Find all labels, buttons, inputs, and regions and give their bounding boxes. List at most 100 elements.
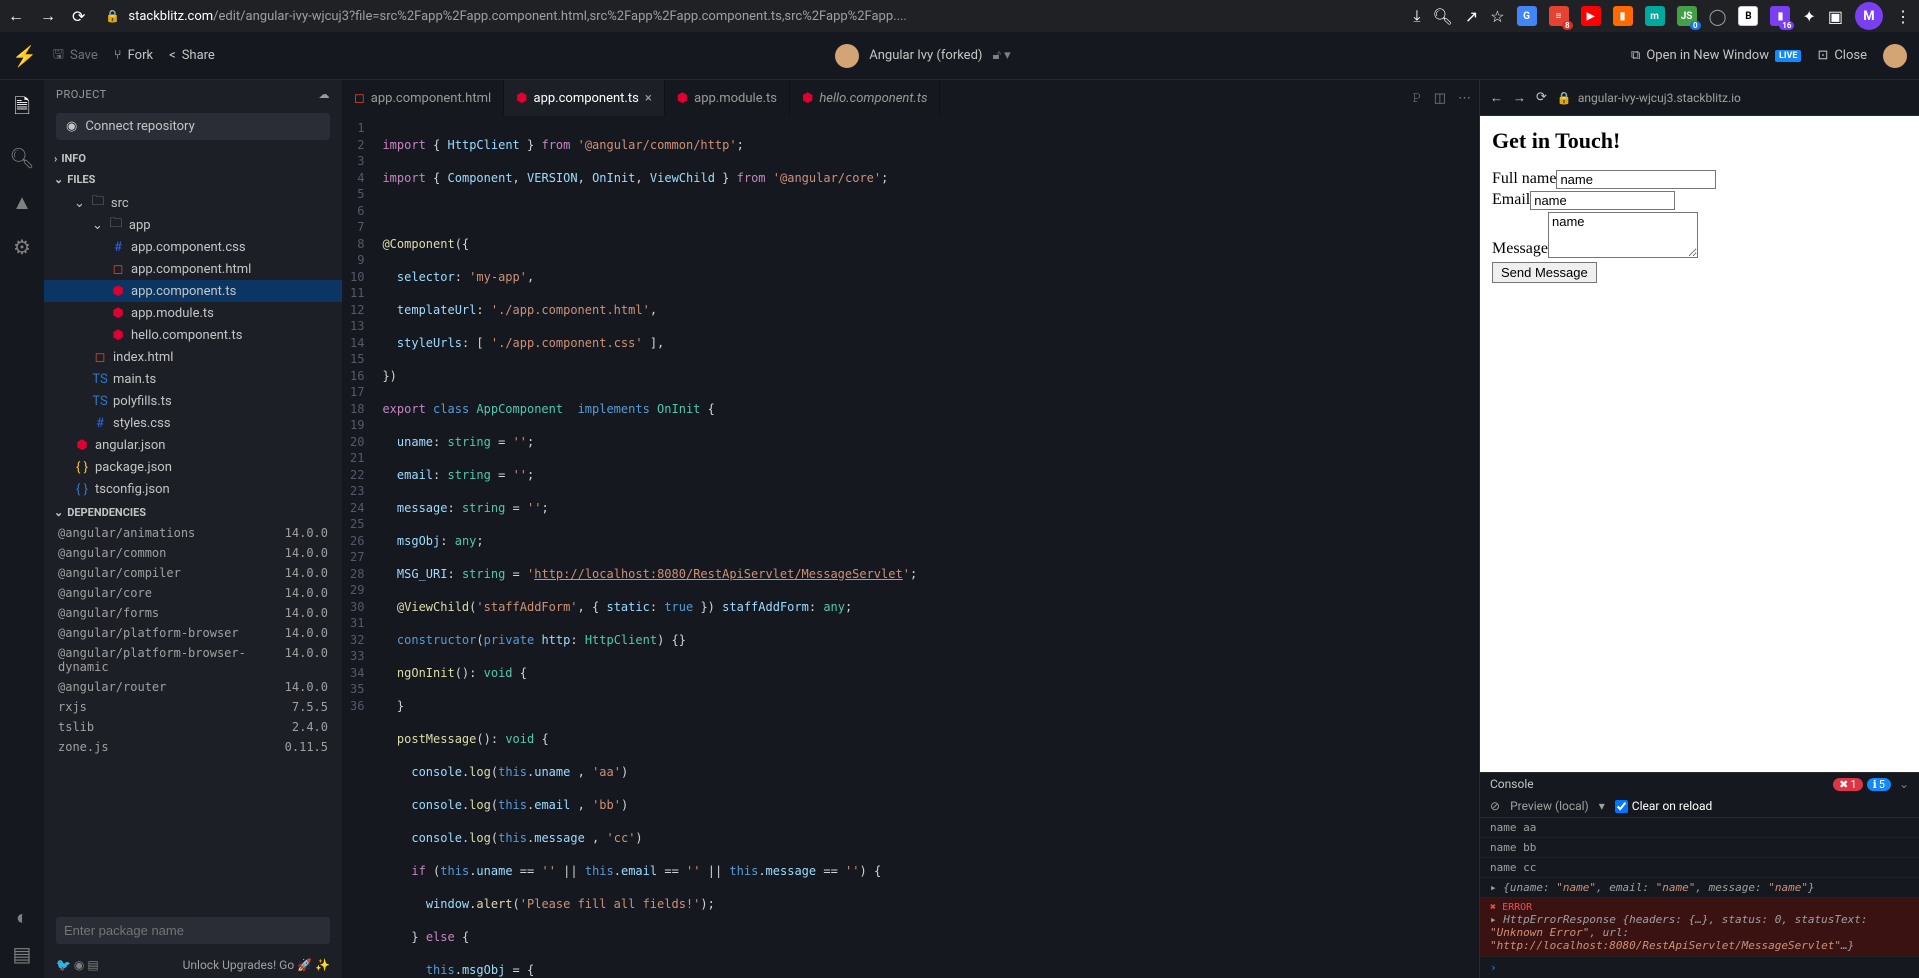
tab[interactable]: ⬢hello.component.ts (790, 80, 940, 116)
dependency-item[interactable]: @angular/common14.0.0 (44, 543, 342, 563)
upgrade-link[interactable]: Unlock Upgrades! Go 🚀 ✨ (183, 958, 330, 972)
deps-section[interactable]: ⌄DEPENDENCIES (44, 502, 342, 523)
file-item[interactable]: #app.component.css (44, 236, 342, 258)
file-item[interactable]: ⬢app.component.ts (44, 280, 342, 302)
label-fullname: Full name (1492, 170, 1556, 188)
file-item[interactable]: TSmain.ts (44, 368, 342, 390)
ext-yt-icon[interactable]: ▶ (1581, 6, 1601, 26)
ext-todoist-icon[interactable]: ≡8 (1549, 6, 1569, 26)
format-icon[interactable]: 𝙿 (1413, 91, 1422, 106)
file-item[interactable]: ⬢angular.json (44, 434, 342, 456)
search-icon[interactable]: 🔍︎ (9, 146, 34, 170)
info-count-badge[interactable]: ℹ5 (1867, 778, 1891, 791)
connect-repo-button[interactable]: ◉ Connect repository (56, 113, 330, 140)
share-button[interactable]: <Share (169, 48, 215, 63)
code-content[interactable]: import { HttpClient } from '@angular/com… (378, 116, 1479, 978)
scope-chevron-icon[interactable]: ▾ (1599, 799, 1605, 813)
sidepanel-icon[interactable]: ▣ (1828, 7, 1843, 26)
dependency-item[interactable]: @angular/core14.0.0 (44, 583, 342, 603)
save-button[interactable]: 🖫︎Save (53, 45, 98, 67)
close-tab-icon[interactable]: × (645, 91, 652, 106)
input-message[interactable]: name (1548, 212, 1698, 258)
zoom-icon[interactable]: 🔍︎ (1433, 7, 1453, 26)
project-avatar[interactable] (835, 44, 859, 68)
folder-app[interactable]: ⌄🗀app (44, 214, 342, 236)
file-item[interactable]: #styles.css (44, 412, 342, 434)
file-item[interactable]: { }package.json (44, 456, 342, 478)
folder-src[interactable]: ⌄🗀src (44, 192, 342, 214)
url-bar[interactable]: 🔒 stackblitz.com/edit/angular-ivy-wjcuj3… (97, 9, 1401, 24)
dependency-item[interactable]: @angular/platform-browser-dynamic14.0.0 (44, 643, 342, 677)
ext-translate-icon[interactable]: G (1517, 6, 1537, 26)
visibility-icon[interactable]: 🔓︎ ▾ (992, 48, 1010, 63)
file-item[interactable]: ⬢app.module.ts (44, 302, 342, 324)
dependency-item[interactable]: zone.js0.11.5 (44, 737, 342, 757)
ext-green-icon[interactable]: JS0 (1677, 6, 1697, 26)
input-email[interactable] (1530, 191, 1675, 210)
fork-button[interactable]: ⑂Fork (114, 48, 153, 63)
console-title[interactable]: Console (1490, 777, 1534, 791)
back-icon[interactable]: ← (8, 6, 24, 26)
file-item[interactable]: { }tsconfig.json (44, 478, 342, 500)
dependency-item[interactable]: @angular/platform-browser14.0.0 (44, 623, 342, 643)
tab[interactable]: ⬢app.component.ts× (504, 80, 665, 116)
package-input[interactable] (56, 917, 330, 944)
preview-forward-icon[interactable]: → (1513, 90, 1526, 106)
ext-teal-icon[interactable]: m (1645, 6, 1665, 26)
ext-purple-icon[interactable]: ▮16 (1770, 6, 1790, 26)
clear-on-reload-checkbox[interactable] (1615, 800, 1628, 813)
file-item[interactable]: ◻index.html (44, 346, 342, 368)
files-section[interactable]: ⌄FILES (44, 169, 342, 190)
info-section[interactable]: ›INFO (44, 148, 342, 169)
dependency-item[interactable]: @angular/animations14.0.0 (44, 523, 342, 543)
console-chevron-icon[interactable]: ⌄ (1899, 777, 1909, 791)
firebase-icon[interactable]: ▲ (12, 190, 32, 215)
user-avatar[interactable] (1883, 44, 1907, 68)
send-button[interactable]: Send Message (1492, 262, 1597, 283)
split-icon[interactable]: ◫ (1434, 91, 1446, 106)
more-icon[interactable]: ⋯ (1458, 91, 1471, 106)
preview-scope[interactable]: Preview (local) (1510, 799, 1589, 813)
no-icon[interactable]: ⊘ (1490, 799, 1500, 813)
stackblitz-logo-icon[interactable]: ⚡ (12, 44, 37, 68)
share-page-icon[interactable]: ↗ (1465, 7, 1478, 26)
close-button[interactable]: ⊡Close (1817, 48, 1867, 63)
forward-icon[interactable]: → (40, 6, 56, 26)
tab[interactable]: ⬢app.module.ts (665, 80, 790, 116)
console-input[interactable]: › (1480, 957, 1919, 978)
angular-icon: ⬢ (110, 306, 126, 321)
error-count-badge[interactable]: ✖1 (1833, 778, 1862, 791)
file-item[interactable]: TSpolyfills.ts (44, 390, 342, 412)
dependency-item[interactable]: @angular/forms14.0.0 (44, 603, 342, 623)
extensions-icon[interactable]: ✦ (1802, 7, 1815, 26)
cloud-icon[interactable]: ☁ (319, 88, 331, 101)
dependency-item[interactable]: @angular/compiler14.0.0 (44, 563, 342, 583)
reload-icon[interactable]: ⟳ (72, 7, 85, 26)
project-title[interactable]: Angular Ivy (forked) (869, 48, 982, 63)
ext-circle-icon[interactable]: ◯ (1709, 7, 1727, 26)
file-tree: ⌄🗀src ⌄🗀app #app.component.css ◻app.comp… (44, 190, 342, 502)
theme-icon[interactable]: ◐ (16, 905, 28, 930)
file-item[interactable]: ◻app.component.html (44, 258, 342, 280)
dependency-item[interactable]: @angular/router14.0.0 (44, 677, 342, 697)
code-editor[interactable]: 1234567891011121314151617181920212223242… (342, 116, 1479, 978)
preview-reload-icon[interactable]: ⟳ (1536, 90, 1547, 105)
install-icon[interactable]: ⤓ (1413, 6, 1420, 26)
settings-icon[interactable]: ⚙ (13, 235, 31, 259)
preview-back-icon[interactable]: ← (1490, 90, 1503, 106)
explorer-icon[interactable]: 🗎 (14, 92, 30, 126)
ext-orange-icon[interactable]: ▮ (1613, 6, 1633, 26)
social-icons[interactable]: 🐦 ◉ ▤ (56, 958, 99, 972)
dependency-item[interactable]: tslib2.4.0 (44, 717, 342, 737)
open-new-window-button[interactable]: ⧉Open in New WindowLIVE (1631, 48, 1801, 63)
input-fullname[interactable] (1556, 170, 1716, 189)
file-item[interactable]: ⬢hello.component.ts (44, 324, 342, 346)
dependency-item[interactable]: rxjs7.5.5 (44, 697, 342, 717)
bookmark-icon[interactable]: ☆ (1490, 7, 1504, 26)
layout-icon[interactable]: ▤ (13, 942, 32, 966)
tab[interactable]: ◻app.component.html (342, 80, 504, 116)
browser-avatar[interactable]: M (1855, 2, 1883, 30)
ext-b-icon[interactable]: B (1738, 6, 1758, 26)
menu-icon[interactable]: ⋮ (1895, 7, 1911, 26)
preview-url[interactable]: 🔒angular-ivy-wjcuj3.stackblitz.io (1557, 91, 1909, 105)
